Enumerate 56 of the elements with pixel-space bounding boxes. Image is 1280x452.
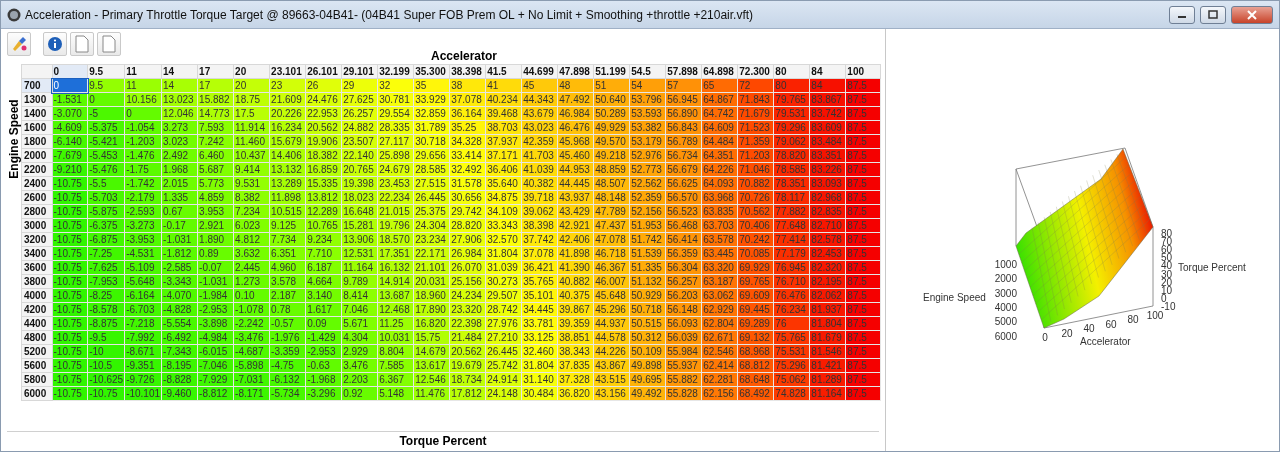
column-header[interactable]: 80 bbox=[773, 64, 810, 79]
maximize-button[interactable] bbox=[1200, 5, 1226, 24]
maximize-icon bbox=[1208, 10, 1218, 19]
column-header[interactable]: 51.199 bbox=[593, 64, 630, 79]
column-header[interactable]: 9.5 bbox=[87, 64, 125, 79]
column-header[interactable]: 64.898 bbox=[701, 64, 738, 79]
column-header[interactable]: 20 bbox=[233, 64, 270, 79]
column-header[interactable]: 17 bbox=[197, 64, 234, 79]
tick-label: 80 bbox=[1161, 228, 1173, 239]
tick-label: 5000 bbox=[994, 316, 1017, 328]
column-header[interactable]: 23.101 bbox=[269, 64, 306, 79]
column-header[interactable]: 35.300 bbox=[413, 64, 450, 79]
column-header[interactable]: 32.199 bbox=[377, 64, 414, 79]
column-header[interactable]: 72.300 bbox=[737, 64, 774, 79]
column-header[interactable]: 14 bbox=[161, 64, 198, 79]
axis-title: Engine Speed bbox=[923, 292, 986, 303]
axis-title: Accelerator bbox=[1080, 336, 1131, 347]
document-icon bbox=[75, 35, 89, 53]
column-axis-title: Accelerator bbox=[429, 49, 498, 64]
tick-label: 6000 bbox=[994, 330, 1017, 342]
color-brush-button[interactable] bbox=[7, 32, 31, 56]
table-cell[interactable]: 0 bbox=[52, 78, 88, 93]
tick-label: 0 bbox=[1042, 332, 1048, 343]
column-header[interactable]: 47.898 bbox=[557, 64, 594, 79]
tick-label: 2000 bbox=[994, 273, 1017, 285]
column-header[interactable]: 84 bbox=[809, 64, 846, 79]
tick-label: 20 bbox=[1061, 327, 1073, 339]
column-header[interactable]: 100 bbox=[845, 64, 881, 79]
column-header[interactable]: 29.101 bbox=[341, 64, 378, 79]
close-button[interactable] bbox=[1231, 5, 1273, 24]
tick-label: 3000 bbox=[994, 287, 1017, 299]
value-axis-title: Torque Percent bbox=[7, 431, 879, 451]
column-header[interactable]: 57.898 bbox=[665, 64, 702, 79]
column-header[interactable]: 26.101 bbox=[305, 64, 342, 79]
column-header[interactable]: 44.699 bbox=[521, 64, 558, 79]
brush-icon bbox=[10, 35, 28, 53]
close-icon bbox=[1247, 9, 1257, 20]
row-axis-title: Engine Speed bbox=[7, 99, 21, 179]
tick-label: 4000 bbox=[994, 301, 1017, 313]
tick-label: 60 bbox=[1105, 318, 1117, 330]
window-title: Acceleration - Primary Throttle Torque Target @ 89663-04B41- (04B41 Super FOB Prem OL + No Limit + Smoothing +throttle +210air.vft) bbox=[25, 7, 755, 22]
minimize-button[interactable] bbox=[1169, 5, 1195, 24]
column-header[interactable]: 11 bbox=[124, 64, 162, 79]
tick-label: 80 bbox=[1127, 314, 1139, 325]
column-header[interactable]: 38.398 bbox=[449, 64, 486, 79]
info-icon bbox=[47, 36, 63, 52]
column-header[interactable]: 54.5 bbox=[629, 64, 666, 79]
app-icon bbox=[7, 7, 21, 22]
tick-label: 40 bbox=[1083, 323, 1095, 334]
column-header[interactable]: 41.5 bbox=[485, 64, 522, 79]
tick-label: 1000 bbox=[994, 259, 1017, 270]
document-icon bbox=[102, 35, 116, 53]
axis-title: Torque Percent bbox=[1178, 262, 1246, 273]
info-button[interactable] bbox=[43, 32, 67, 56]
column-header[interactable]: 0 bbox=[52, 64, 88, 79]
tick-label: 100 bbox=[1146, 309, 1164, 321]
